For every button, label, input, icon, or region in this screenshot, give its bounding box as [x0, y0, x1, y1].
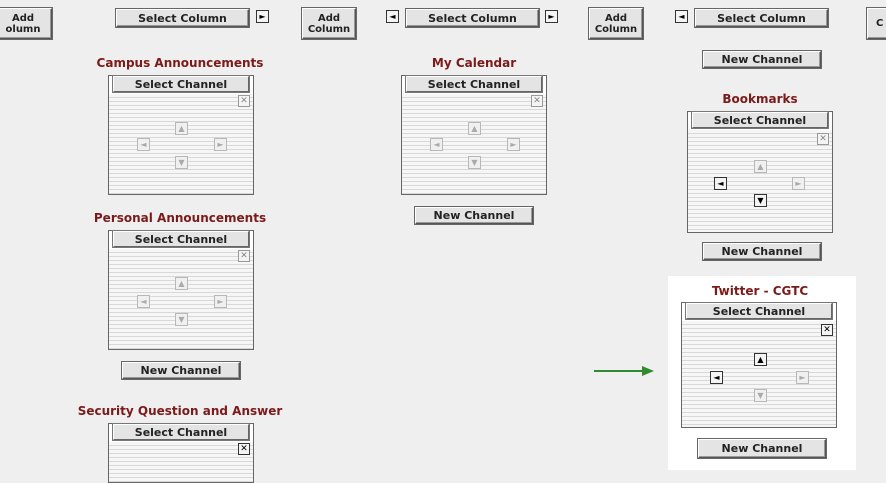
- channel-title-personal-announcements: Personal Announcements: [93, 211, 267, 225]
- move-right-icon[interactable]: ►: [792, 177, 805, 190]
- new-channel-button-col1[interactable]: New Channel: [122, 362, 240, 379]
- new-channel-button-col3-top[interactable]: New Channel: [703, 51, 821, 68]
- select-column-button-2[interactable]: Select Column: [406, 9, 539, 27]
- move-up-icon[interactable]: ▲: [175, 277, 188, 290]
- move-up-icon[interactable]: ▲: [754, 353, 767, 366]
- select-channel-button[interactable]: Select Channel: [113, 231, 249, 247]
- move-down-icon[interactable]: ▼: [468, 156, 481, 169]
- select-channel-button[interactable]: Select Channel: [692, 112, 828, 128]
- add-column-button-1[interactable]: Add Column: [302, 8, 356, 39]
- move-down-icon[interactable]: ▼: [175, 313, 188, 326]
- channel-title-my-calendar: My Calendar: [431, 56, 517, 70]
- select-channel-button[interactable]: Select Channel: [113, 424, 249, 440]
- move-up-icon[interactable]: ▲: [754, 160, 767, 173]
- channel-box-twitter-cgtc: Select Channel ✕ ▲ ◄ ► ▼: [681, 302, 837, 428]
- move-right-icon[interactable]: ►: [507, 138, 520, 151]
- channel-box-security-question: Select Channel ✕: [108, 423, 254, 483]
- close-channel-icon[interactable]: ✕: [531, 95, 543, 107]
- channel-box-my-calendar: Select Channel ✕ ▲ ◄ ► ▼: [401, 75, 547, 195]
- move-left-icon[interactable]: ◄: [430, 138, 443, 151]
- move-down-icon[interactable]: ▼: [754, 194, 767, 207]
- move-right-icon[interactable]: ►: [214, 138, 227, 151]
- move-left-icon[interactable]: ◄: [137, 295, 150, 308]
- channel-title-security-question: Security Question and Answer: [77, 404, 283, 418]
- close-channel-icon[interactable]: ✕: [817, 133, 829, 145]
- move-column-right-icon-2[interactable]: ►: [545, 10, 558, 23]
- select-column-button-3[interactable]: Select Column: [695, 9, 828, 27]
- move-right-icon[interactable]: ►: [214, 295, 227, 308]
- pointer-arrow-icon: [594, 365, 656, 377]
- close-channel-icon[interactable]: ✕: [238, 443, 250, 455]
- move-up-icon[interactable]: ▲: [468, 122, 481, 135]
- select-channel-button[interactable]: Select Channel: [686, 303, 832, 319]
- move-left-icon[interactable]: ◄: [710, 371, 723, 384]
- add-column-button-0[interactable]: Add olumn: [0, 8, 52, 39]
- new-channel-button-col2[interactable]: New Channel: [415, 207, 533, 224]
- move-right-icon[interactable]: ►: [796, 371, 809, 384]
- new-channel-button-col3-bottom[interactable]: New Channel: [698, 439, 826, 458]
- move-column-left-icon-2[interactable]: ◄: [386, 10, 399, 23]
- move-down-icon[interactable]: ▼: [175, 156, 188, 169]
- add-column-button-3[interactable]: C: [867, 8, 886, 39]
- move-left-icon[interactable]: ◄: [714, 177, 727, 190]
- select-channel-button[interactable]: Select Channel: [113, 76, 249, 92]
- new-channel-button-col3-mid[interactable]: New Channel: [703, 243, 821, 260]
- channel-box-bookmarks: Select Channel ✕ ▲ ◄ ► ▼: [687, 111, 833, 233]
- close-channel-icon[interactable]: ✕: [238, 250, 250, 262]
- channel-box-personal-announcements: Select Channel ✕ ▲ ◄ ► ▼: [108, 230, 254, 350]
- close-channel-icon[interactable]: ✕: [821, 324, 833, 336]
- select-channel-button[interactable]: Select Channel: [406, 76, 542, 92]
- select-column-button-1[interactable]: Select Column: [116, 9, 249, 27]
- channel-title-twitter-cgtc: Twitter - CGTC: [711, 284, 809, 298]
- channel-title-campus-announcements: Campus Announcements: [96, 56, 264, 70]
- close-channel-icon[interactable]: ✕: [238, 95, 250, 107]
- channel-box-campus-announcements: Select Channel ✕ ▲ ◄ ► ▼: [108, 75, 254, 195]
- move-down-icon[interactable]: ▼: [754, 389, 767, 402]
- move-column-left-icon-3[interactable]: ◄: [675, 10, 688, 23]
- move-left-icon[interactable]: ◄: [137, 138, 150, 151]
- move-column-right-icon-1[interactable]: ►: [256, 10, 269, 23]
- add-column-button-2[interactable]: Add Column: [589, 8, 643, 39]
- channel-title-bookmarks: Bookmarks: [722, 92, 798, 106]
- move-up-icon[interactable]: ▲: [175, 122, 188, 135]
